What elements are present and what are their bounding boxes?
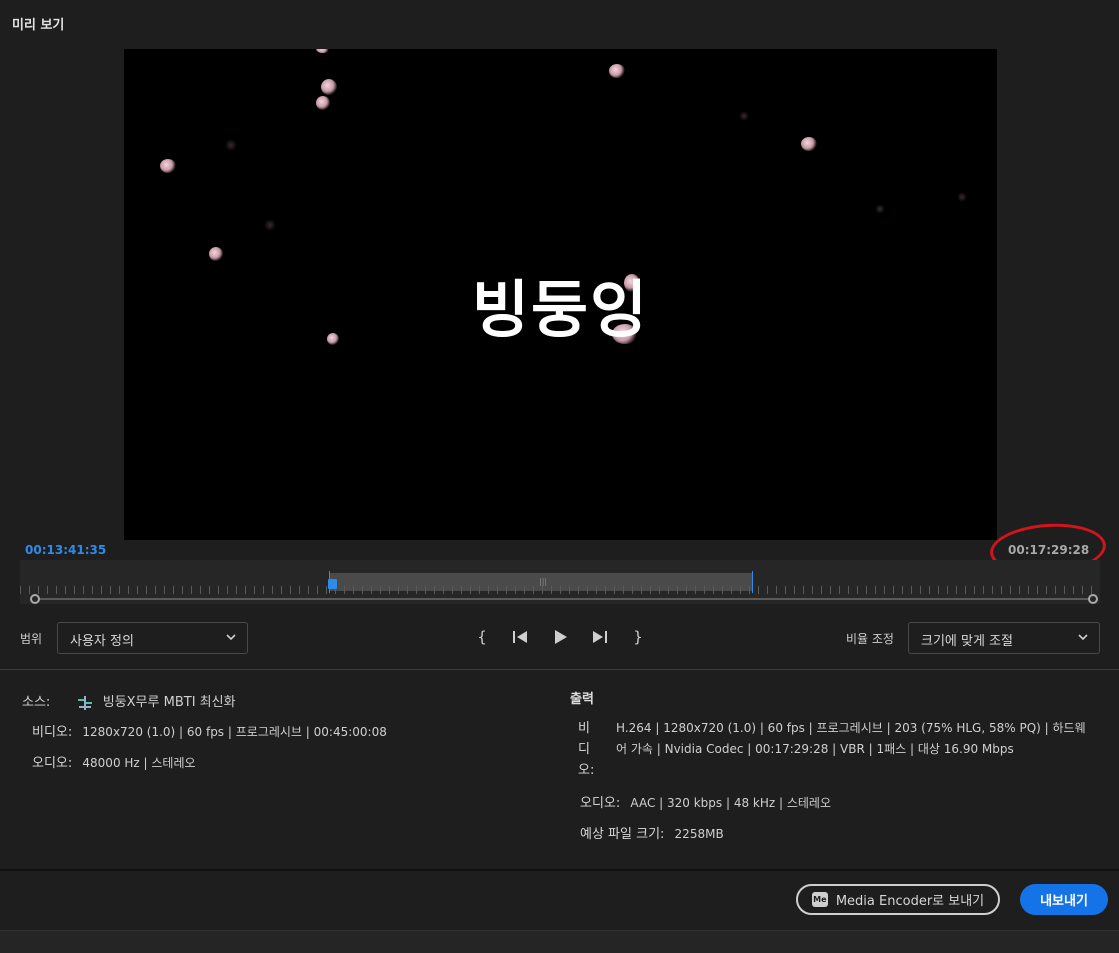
step-back-icon	[513, 631, 527, 643]
range-label: 범위	[20, 632, 43, 646]
petal-decoration	[801, 137, 817, 151]
output-audio-value: AAC | 320 kbps | 48 kHz | 스테레오	[630, 796, 832, 810]
video-preview: 빙둥잉	[124, 49, 997, 540]
petal-decoration	[957, 192, 967, 202]
step-back-button[interactable]	[507, 626, 533, 648]
source-row: 소스: 빙둥X무루 MBTI 최신화	[22, 691, 236, 710]
mark-out-icon: }	[633, 628, 643, 646]
chevron-down-icon	[1077, 629, 1089, 648]
source-audio-value: 48000 Hz | 스테레오	[82, 756, 196, 770]
petal-decoration	[321, 79, 337, 95]
zoom-start-handle[interactable]	[30, 594, 40, 604]
scale-select-value: 크기에 맞게 조절	[921, 634, 1013, 649]
source-name: 빙둥X무루 MBTI 최신화	[102, 695, 236, 710]
mark-in-button[interactable]: {	[469, 626, 495, 648]
step-forward-icon	[593, 631, 607, 643]
media-encoder-icon: Me	[811, 892, 828, 907]
timeline-scrubber[interactable]: |||	[20, 560, 1100, 604]
output-heading: 출력	[570, 692, 594, 707]
range-select[interactable]: 사용자 정의	[57, 622, 248, 654]
export-preview-panel: 미리 보기 빙둥잉 00:13:41:35 00:17:29:28 ||| 범위…	[0, 0, 1119, 953]
export-button[interactable]: 내보내기	[1020, 884, 1108, 915]
video-title-text: 빙둥잉	[471, 273, 650, 346]
step-forward-button[interactable]	[587, 626, 613, 648]
petal-decoration	[160, 159, 176, 173]
output-audio-label: 오디오:	[580, 796, 621, 811]
send-to-media-encoder-label: Media Encoder로 보내기	[835, 894, 985, 909]
petal-decoration	[316, 96, 330, 110]
zoom-end-handle[interactable]	[1088, 594, 1098, 604]
output-video-label: 비디오:	[578, 721, 595, 778]
scale-select[interactable]: 크기에 맞게 조절	[908, 622, 1100, 654]
timeline-ticks	[20, 586, 1100, 594]
output-audio-row: 오디오: AAC | 320 kbps | 48 kHz | 스테레오	[580, 792, 831, 811]
divider	[0, 869, 1119, 871]
work-area-grip-icon[interactable]: |||	[539, 577, 547, 586]
petal-decoration	[264, 219, 276, 231]
divider	[0, 669, 1119, 670]
source-label: 소스:	[22, 695, 51, 710]
sequence-icon	[77, 695, 92, 710]
petal-decoration	[609, 64, 625, 78]
source-audio-row: 오디오: 48000 Hz | 스테레오	[32, 752, 196, 771]
source-video-row: 비디오: 1280x720 (1.0) | 60 fps | 프로그레시브 | …	[32, 721, 387, 740]
source-video-value: 1280x720 (1.0) | 60 fps | 프로그레시브 | 00:45…	[82, 725, 387, 739]
panel-title: 미리 보기	[12, 18, 65, 33]
current-timecode[interactable]: 00:13:41:35	[25, 543, 106, 557]
source-audio-label: 오디오:	[32, 756, 73, 771]
petal-decoration	[225, 139, 237, 151]
range-select-value: 사용자 정의	[70, 634, 134, 649]
output-size-row: 예상 파일 크기: 2258MB	[580, 823, 724, 842]
petal-decoration	[739, 111, 749, 121]
send-to-media-encoder-button[interactable]: Me Media Encoder로 보내기	[796, 884, 1000, 915]
chevron-down-icon	[225, 629, 237, 648]
mark-in-icon: {	[477, 628, 487, 646]
petal-decoration	[875, 204, 885, 214]
output-video-value: H.264 | 1280x720 (1.0) | 60 fps | 프로그레시브…	[616, 721, 1086, 756]
playhead[interactable]	[328, 579, 337, 589]
play-button[interactable]	[547, 626, 573, 648]
play-icon	[555, 630, 567, 644]
scale-label: 비율 조정	[846, 632, 894, 646]
bottom-strip	[0, 930, 1119, 953]
output-size-value: 2258MB	[674, 827, 724, 841]
output-size-label: 예상 파일 크기:	[580, 827, 665, 842]
source-video-label: 비디오:	[32, 725, 73, 740]
zoom-track	[34, 598, 1094, 600]
petal-decoration	[316, 49, 330, 53]
mark-out-button[interactable]: }	[625, 626, 651, 648]
